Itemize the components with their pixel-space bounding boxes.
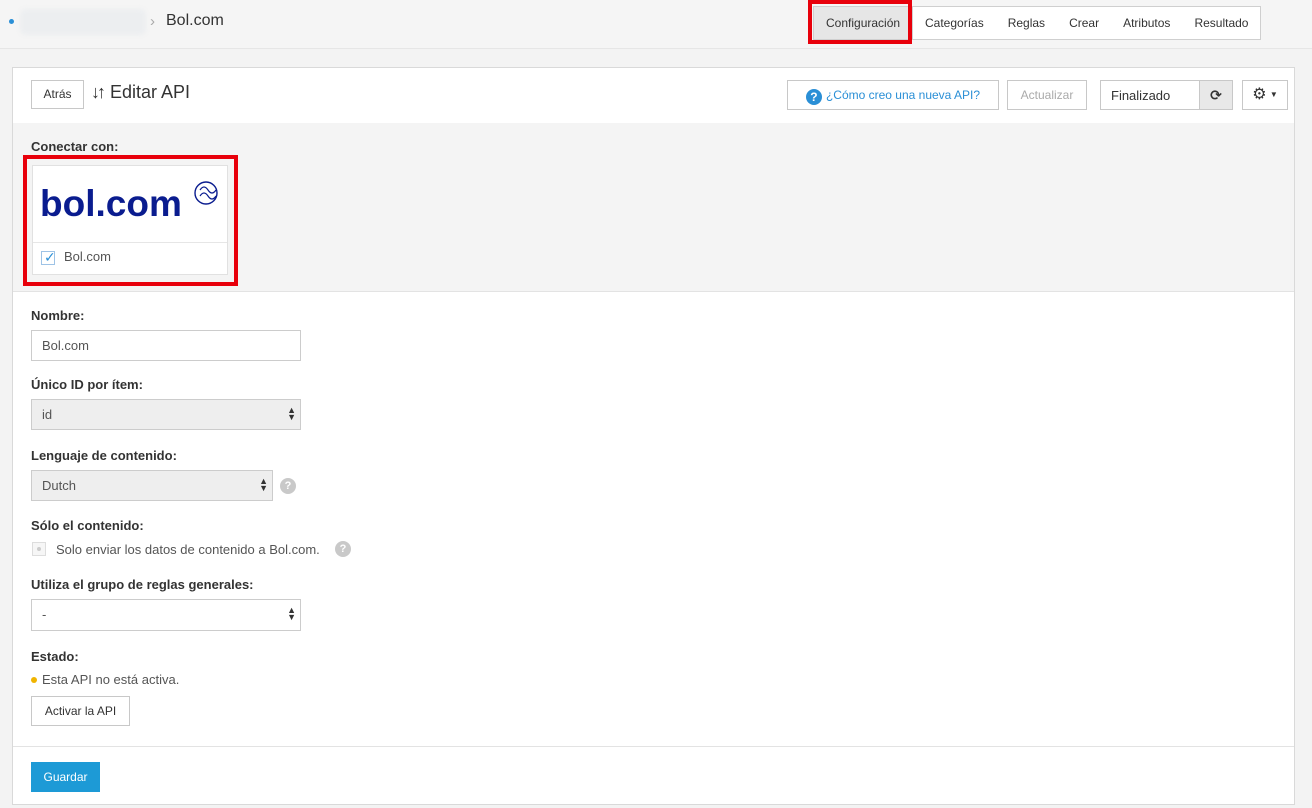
language-value: Dutch xyxy=(42,478,76,493)
state-text: Esta API no está activa. xyxy=(42,672,180,687)
state-label: Estado: xyxy=(31,649,79,664)
question-circle-icon: ? xyxy=(805,89,822,105)
help-button[interactable]: ? ¿Cómo creo una nueva API? xyxy=(787,80,999,110)
chevron-right-icon: › xyxy=(150,13,155,30)
rules-group-select[interactable]: - ▲ ▼ xyxy=(31,599,301,631)
settings-dropdown[interactable]: ⚙ ▼ xyxy=(1242,80,1288,110)
refresh-icon[interactable]: ⟳ xyxy=(1199,81,1232,109)
question-circle-icon[interactable]: ? xyxy=(335,541,351,557)
rules-group-label: Utiliza el grupo de reglas generales: xyxy=(31,577,254,592)
update-button[interactable]: Actualizar xyxy=(1007,80,1087,110)
rules-group-value: - xyxy=(42,607,47,622)
panel-header: Atrás ↓↑ Editar API ? ¿Cómo creo una nueva… xyxy=(13,68,1294,124)
question-circle-icon[interactable]: ? xyxy=(280,478,296,494)
language-label: Lenguaje de contenido: xyxy=(31,448,177,463)
tab-resultado[interactable]: Resultado xyxy=(1182,7,1260,39)
tab-reglas[interactable]: Reglas xyxy=(996,7,1057,39)
tab-categorias[interactable]: Categorías xyxy=(913,7,996,39)
select-arrows-icon: ▲ ▼ xyxy=(259,476,268,493)
language-select[interactable]: Dutch ▲ ▼ xyxy=(31,470,273,501)
caret-down-icon: ▼ xyxy=(1269,90,1278,99)
breadcrumb-title: Bol.com xyxy=(166,12,224,29)
checkbox-dot xyxy=(37,547,41,551)
inactive-status-dot xyxy=(31,677,37,683)
gear-icon: ⚙ xyxy=(1252,86,1267,103)
status-field: Finalizado ⟳ xyxy=(1100,80,1233,110)
activate-api-button[interactable]: Activar la API xyxy=(31,696,130,726)
name-label: Nombre: xyxy=(31,308,85,323)
highlight-box-connector xyxy=(23,155,238,286)
tab-atributos[interactable]: Atributos xyxy=(1111,7,1182,39)
unique-id-value: id xyxy=(42,407,53,422)
content-only-label: Sólo el contenido: xyxy=(31,518,144,533)
top-bar: › Bol.com Configuración Categorías Regla… xyxy=(0,0,1312,49)
select-arrows-icon: ▲ ▼ xyxy=(287,605,296,622)
name-input[interactable]: Bol.com xyxy=(31,330,301,361)
content-only-checkbox[interactable] xyxy=(32,542,46,556)
content-only-text: Solo enviar los datos de contenido a Bol… xyxy=(56,542,320,557)
status-dot-icon xyxy=(9,19,14,24)
status-value: Finalizado xyxy=(1111,88,1171,103)
unique-id-label: Único ID por ítem: xyxy=(31,377,143,392)
save-button[interactable]: Guardar xyxy=(31,762,100,792)
sort-arrows-icon: ↓↑ xyxy=(91,82,106,102)
page-title-text: Editar API xyxy=(110,82,191,102)
breadcrumb-redacted[interactable] xyxy=(20,9,146,35)
name-input-value: Bol.com xyxy=(42,338,89,353)
unique-id-select[interactable]: id ▲ ▼ xyxy=(31,399,301,430)
highlight-box-tab xyxy=(808,0,912,44)
back-button[interactable]: Atrás xyxy=(31,80,84,109)
help-button-label: ¿Cómo creo una nueva API? xyxy=(825,88,981,102)
connect-label: Conectar con: xyxy=(31,139,119,154)
page-title: ↓↑ Editar API xyxy=(91,82,190,103)
footer-divider xyxy=(13,746,1294,747)
select-arrows-icon: ▲ ▼ xyxy=(287,405,296,422)
tab-crear[interactable]: Crear xyxy=(1057,7,1111,39)
